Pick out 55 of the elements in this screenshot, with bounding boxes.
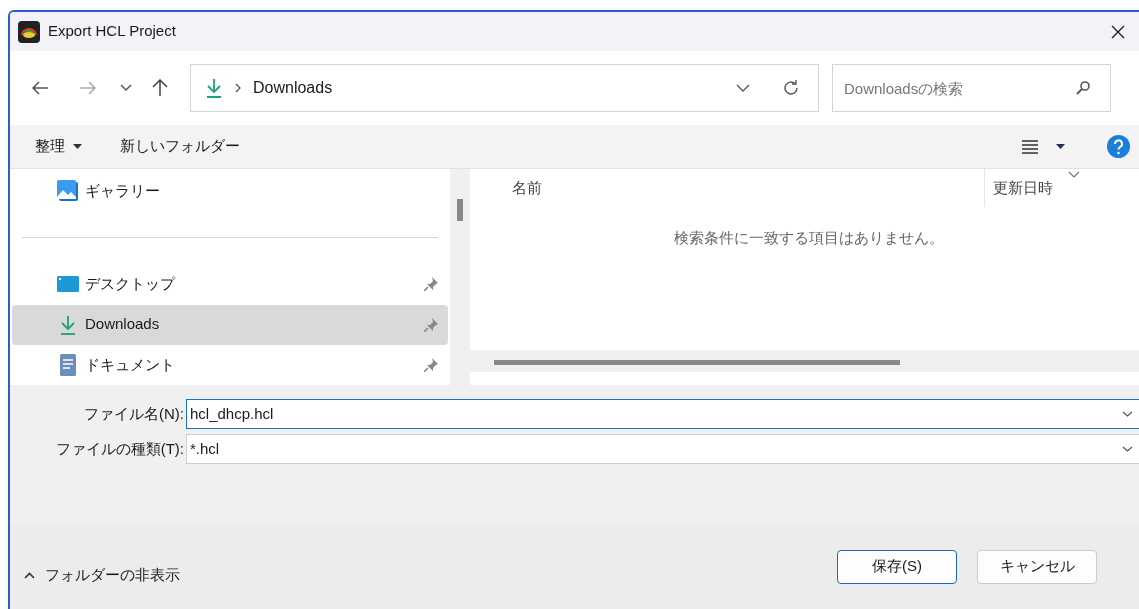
help-icon[interactable] [1107,135,1130,158]
chevron-down-icon [1122,411,1133,417]
chevron-right-icon [235,83,241,93]
app-icon [18,20,40,43]
sidebar-item[interactable]: ギャラリー [12,171,448,212]
back-arrow-icon [31,81,49,95]
window-title: Export HCL Project [48,21,177,42]
organize-menu-button[interactable]: 整理 [35,135,82,158]
dialog-button[interactable]: キャンセル [977,549,1097,584]
item-label: デスクトップ [85,274,177,295]
refresh-icon[interactable] [782,79,800,97]
chevron-down-icon [120,84,132,92]
hide-folders-button[interactable]: フォルダーの非表示 [24,564,180,587]
combo-field[interactable]: hcl_dhcp.hcl [186,399,1139,429]
sidebar-item[interactable]: Downloads [12,304,448,345]
chevron-down-icon[interactable] [1068,171,1080,178]
caret-icon [73,144,82,149]
item-label: ギャラリー [85,180,161,201]
pin-icon[interactable] [424,317,438,332]
field-value: *.hcl [190,438,221,459]
field-label: ファイル名(N): [83,403,185,424]
field-label: ファイルの種類(T): [54,438,185,459]
pin-icon[interactable] [424,357,438,372]
combo-field[interactable]: *.hcl [186,434,1139,464]
desktop-icon [57,274,79,295]
address-bar[interactable]: Downloads [190,64,819,112]
path-segment[interactable]: Downloads [253,76,736,100]
chevron-down-icon[interactable] [736,84,750,92]
empty-message: 検索条件に一致する項目はありません。 [674,228,944,248]
pin-icon[interactable] [424,277,438,292]
list-view-icon [1022,139,1038,154]
search-field[interactable]: Downloadsの検索 [832,64,1111,112]
sidebar-item[interactable]: ドキュメント [12,344,448,385]
new-folder-button[interactable]: 新しいフォルダー [120,135,240,158]
up-arrow-icon [152,79,168,97]
document-icon [60,353,76,376]
scrollbar[interactable] [450,169,470,385]
dialog-button[interactable]: 保存(S) [837,549,957,584]
sidebar-item[interactable]: デスクトップ [12,264,448,305]
item-label: ドキュメント [85,354,176,375]
column-header[interactable]: 更新日時 [993,176,1053,199]
chevron-up-icon [24,572,35,579]
item-label: Downloads [85,314,161,335]
column-header[interactable]: 名前 [512,176,984,199]
download-icon [59,314,77,335]
field-value: hcl_dhcp.hcl [190,403,275,424]
close-icon [1111,24,1125,39]
download-icon [205,78,223,98]
forward-arrow-icon [79,81,97,95]
horizontal-scrollbar[interactable] [470,350,1139,372]
view-options-button[interactable] [1022,139,1065,154]
search-icon[interactable] [1075,80,1091,96]
caret-icon [1056,144,1065,149]
chevron-down-icon [1122,446,1133,452]
picture-icon [57,180,79,203]
